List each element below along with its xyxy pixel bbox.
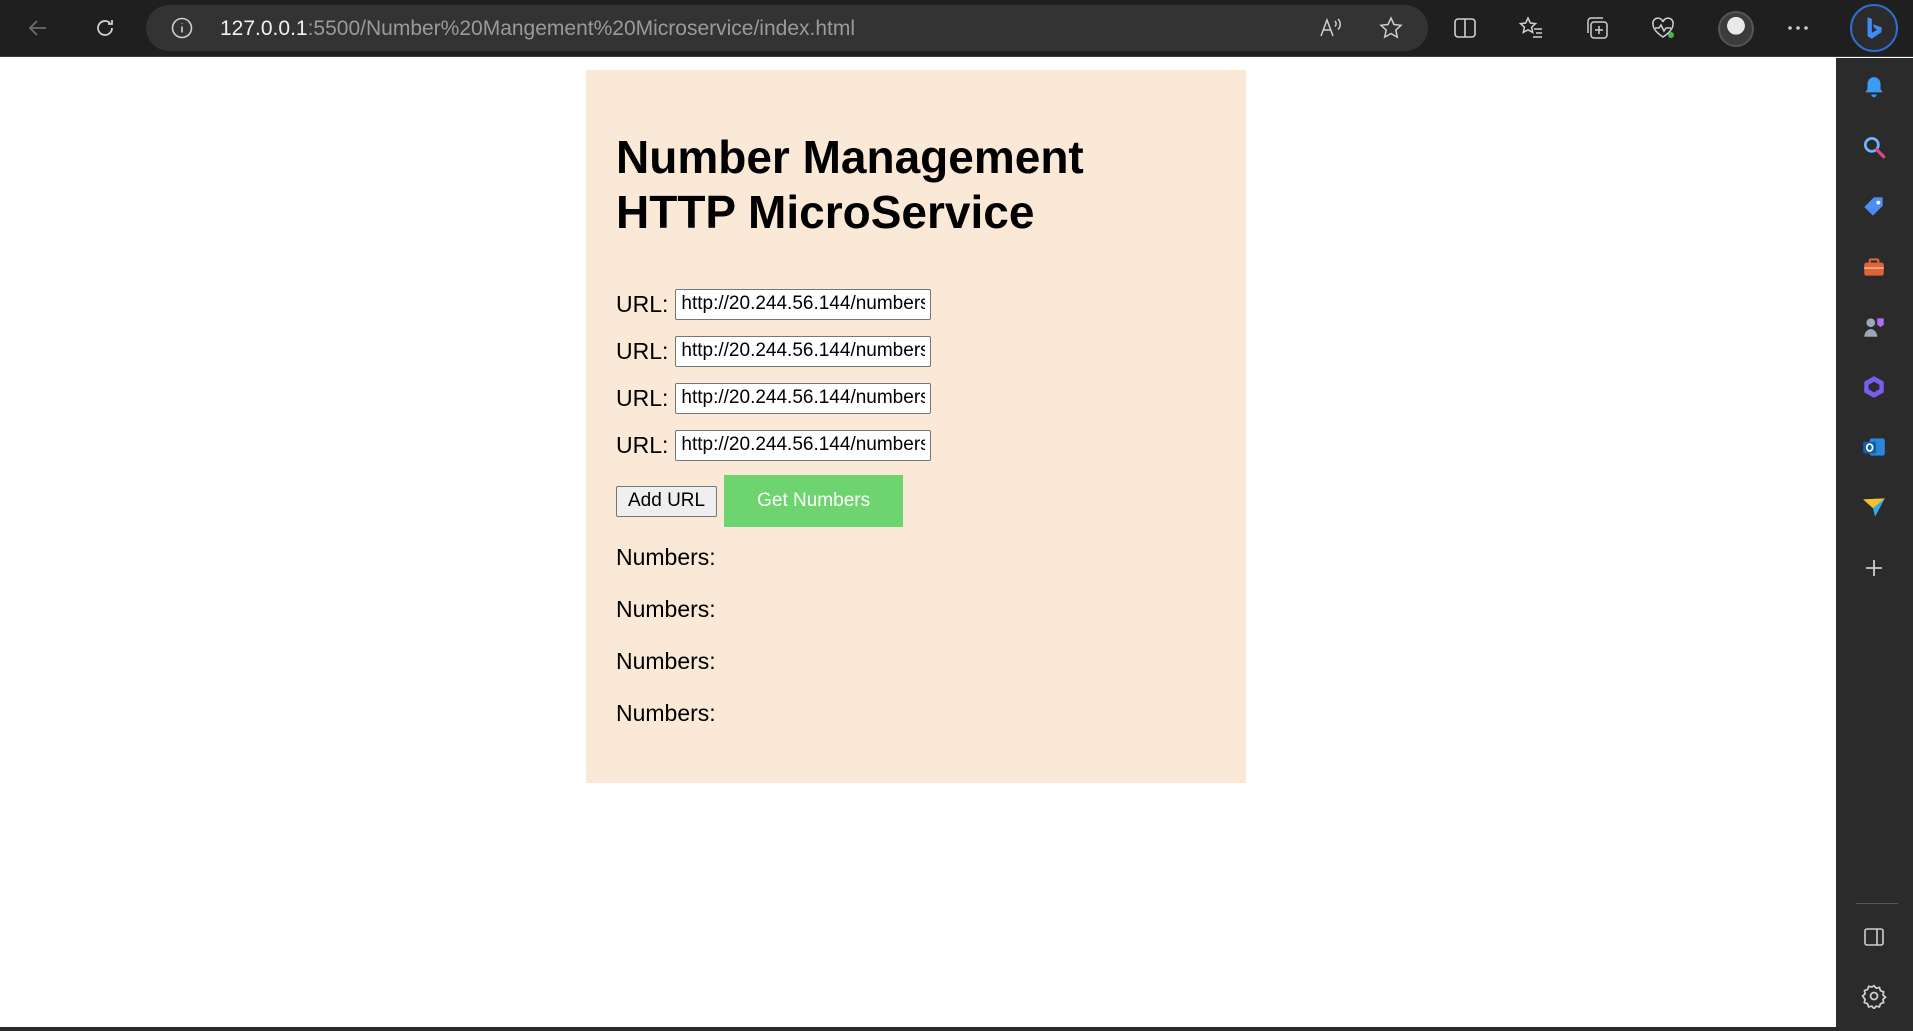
numbers-output-3: Numbers: (616, 648, 716, 674)
office-icon[interactable] (1858, 371, 1890, 403)
bing-copilot-button[interactable] (1850, 4, 1898, 52)
url-path: :5500/Number%20Mangement%20Microservice/… (307, 17, 856, 40)
title-line-2: HTTP MicroService (616, 186, 1035, 238)
split-screen-icon[interactable] (1452, 15, 1478, 41)
window-bottom-border (0, 1027, 1836, 1031)
bing-icon (1867, 17, 1882, 39)
notifications-bell-icon[interactable] (1858, 72, 1890, 104)
edge-sidebar (1836, 58, 1913, 1031)
info-icon[interactable] (170, 16, 194, 40)
url-row: URL: (616, 429, 932, 461)
settings-gear-icon[interactable] (1858, 980, 1890, 1012)
reload-button[interactable] (85, 9, 125, 47)
arrow-left-icon (28, 20, 46, 36)
add-icon[interactable] (1858, 552, 1890, 584)
search-icon[interactable] (1858, 131, 1890, 163)
url-label: URL: (616, 290, 669, 317)
url-host: 127.0.0.1 (220, 17, 308, 40)
numbers-output-1: Numbers: (616, 544, 716, 570)
button-row: Add URL Get Numbers (616, 475, 904, 527)
url-input-3[interactable] (675, 382, 932, 414)
profile-avatar[interactable] (1718, 11, 1754, 47)
url-input-1[interactable] (675, 288, 932, 320)
page-viewport: Number Management HTTP MicroService URL:… (0, 58, 1836, 1027)
collections-icon[interactable] (1584, 15, 1610, 41)
url-label: URL: (616, 384, 669, 411)
url-row: URL: (616, 335, 932, 367)
get-numbers-button[interactable]: Get Numbers (724, 475, 904, 527)
add-favorite-star-icon[interactable] (1378, 15, 1404, 41)
reload-icon (97, 20, 113, 36)
url-row: URL: (616, 288, 932, 320)
page-title: Number Management HTTP MicroService (616, 130, 1176, 240)
url-text[interactable]: 127.0.0.1:5500/Number%20Mangement%20Micr… (220, 17, 855, 41)
sidebar-toggle-icon[interactable] (1858, 921, 1890, 953)
more-options-icon[interactable] (1785, 15, 1811, 41)
read-aloud-icon[interactable] (1318, 15, 1344, 41)
address-bar[interactable]: 127.0.0.1:5500/Number%20Mangement%20Micr… (146, 5, 1428, 51)
url-row: URL: (616, 382, 932, 414)
numbers-output-2: Numbers: (616, 596, 716, 622)
url-input-4[interactable] (675, 429, 932, 461)
numbers-output-4: Numbers: (616, 700, 716, 726)
url-input-2[interactable] (675, 335, 932, 367)
title-line-1: Number Management (616, 131, 1084, 183)
outlook-icon[interactable] (1858, 431, 1890, 463)
sidebar-separator (1856, 903, 1898, 904)
send-icon[interactable] (1858, 491, 1890, 523)
url-label: URL: (616, 337, 669, 364)
browser-essentials-icon[interactable] (1650, 15, 1676, 41)
url-label: URL: (616, 431, 669, 458)
browser-toolbar: 127.0.0.1:5500/Number%20Mangement%20Micr… (0, 0, 1913, 57)
tools-icon[interactable] (1858, 251, 1890, 283)
back-button[interactable] (18, 9, 58, 47)
games-icon[interactable] (1858, 311, 1890, 343)
main-container: Number Management HTTP MicroService URL:… (586, 70, 1246, 783)
add-url-button[interactable]: Add URL (616, 485, 718, 517)
favorites-icon[interactable] (1518, 15, 1544, 41)
shopping-tag-icon[interactable] (1858, 191, 1890, 223)
